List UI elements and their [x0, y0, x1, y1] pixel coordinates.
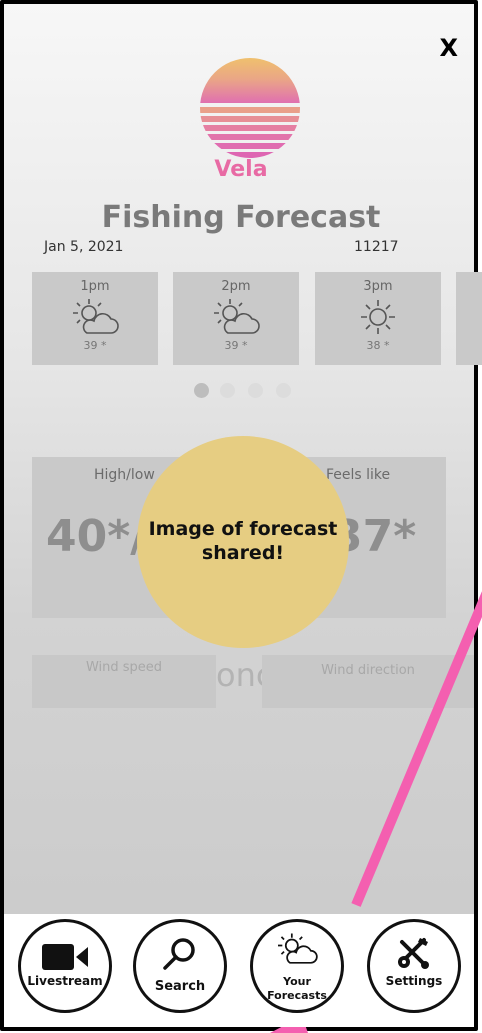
your-forecasts-button[interactable]: Your Forecasts — [250, 919, 344, 1013]
partly-cloudy-icon — [278, 933, 318, 964]
hourly-card[interactable]: 3pm 38 * — [315, 272, 441, 365]
your-forecasts-label-line2: Forecasts — [267, 989, 327, 1002]
high-low-label: High/low — [94, 467, 155, 483]
hour-time: 1pm — [80, 279, 110, 294]
livestream-label: Livestream — [27, 974, 103, 988]
partly-cloudy-icon — [73, 299, 119, 334]
toast-message: Image of forecast shared! — [148, 518, 338, 564]
search-icon — [163, 938, 195, 970]
partly-cloudy-icon — [214, 299, 260, 334]
video-camera-icon — [42, 944, 88, 970]
tools-icon — [398, 938, 429, 969]
feels-like-label: Feels like — [326, 467, 391, 483]
pager-dot[interactable] — [220, 383, 235, 398]
hour-temp: 38 * — [366, 339, 390, 352]
pager-dot[interactable] — [276, 383, 291, 398]
page-title: Fishing Forecast — [101, 200, 381, 235]
close-button[interactable]: X — [439, 34, 458, 62]
settings-button[interactable]: Settings — [367, 919, 461, 1013]
hour-time: 3pm — [363, 279, 393, 294]
zip-code: 11217 — [354, 239, 399, 255]
pager-dot[interactable] — [248, 383, 263, 398]
livestream-button[interactable]: Livestream — [18, 919, 112, 1013]
share-toast: Image of forecast shared! — [137, 436, 349, 648]
hourly-card[interactable]: 2pm 39 * — [173, 272, 299, 365]
search-label: Search — [154, 979, 206, 994]
hour-time: 2pm — [221, 279, 251, 294]
hour-temp: 39 * — [83, 339, 107, 352]
wind-direction-card: Wind direction — [262, 655, 474, 708]
hourly-card[interactable]: 1pm 39 * — [32, 272, 158, 365]
sunset-logo-icon — [200, 58, 300, 158]
hourly-card-partial[interactable] — [456, 272, 482, 365]
search-button[interactable]: Search — [133, 919, 227, 1013]
high-low-value: 40*/ — [46, 511, 147, 562]
wind-speed-label: Wind speed — [85, 660, 163, 675]
sun-icon — [361, 300, 395, 334]
your-forecasts-label-line1: Your — [283, 975, 311, 988]
forecast-date: Jan 5, 2021 — [44, 239, 124, 255]
hour-temp: 39 * — [224, 339, 248, 352]
wind-speed-card: Wind speed — [32, 655, 216, 708]
settings-label: Settings — [385, 974, 443, 988]
brand-name: Vela — [214, 157, 268, 182]
wind-direction-label: Wind direction — [321, 663, 415, 678]
pager-dot-active[interactable] — [194, 383, 209, 398]
